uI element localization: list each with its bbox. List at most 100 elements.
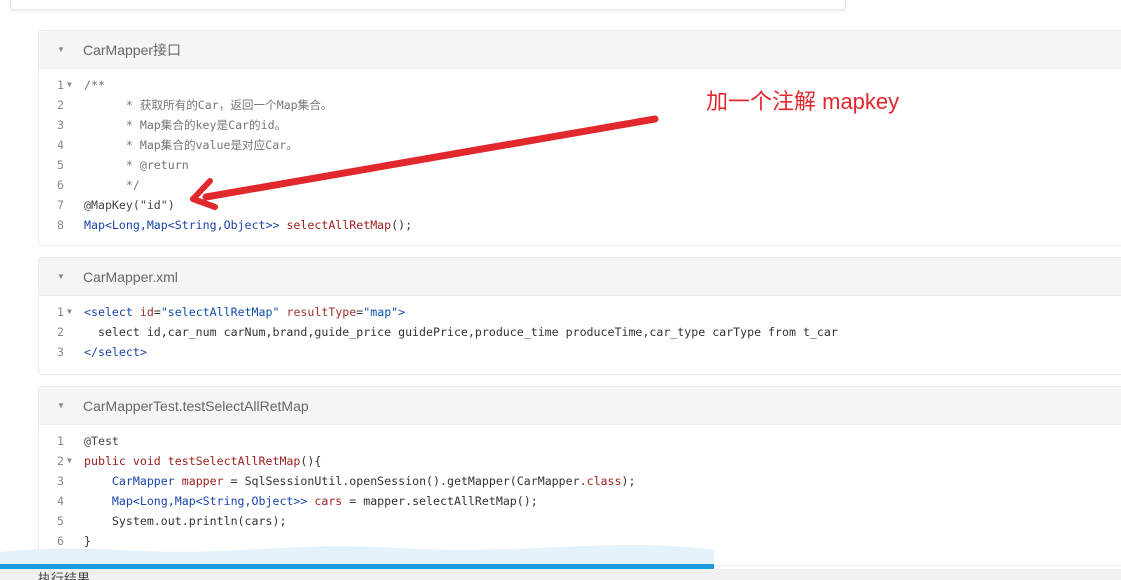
code-line[interactable]: 7 @MapKey("id") xyxy=(39,195,1121,215)
annotation-note: 加一个注解 mapkey xyxy=(706,89,900,114)
code-block-carmapper-interface: ▼ CarMapper接口 1 ▼/** 2 * 获取所有的Car，返回一个Map集… xyxy=(38,30,1121,246)
code-token: "map" xyxy=(363,305,399,319)
code-line[interactable]: 1 ▼ <select id="selectAllRetMap" resultTyp… xyxy=(39,302,1121,322)
code-line[interactable]: 4 Map<Long,Map<String,Object>> cars = ma… xyxy=(39,491,1121,511)
code-block-title: CarMapper.xml xyxy=(83,268,178,285)
code-token: ); xyxy=(621,474,636,488)
fold-gutter xyxy=(64,95,84,115)
line-number: 1 xyxy=(57,305,64,319)
code-token: Map<Long,Map<String,Object>> xyxy=(84,494,308,508)
code-token: } xyxy=(84,534,91,548)
fold-arrow-icon[interactable]: ▼ xyxy=(64,451,84,471)
code-block-header[interactable]: ▼ CarMapperTest.testSelectAllRetMap xyxy=(39,387,1121,425)
code-text: } xyxy=(84,531,91,551)
code-text: * 获取所有的Car，返回一个Map集合。 xyxy=(84,95,333,115)
code-line[interactable]: 2 select id,car_num carNum,brand,guide_p… xyxy=(39,322,1121,342)
code-body[interactable]: 1 ▼/** 2 * 获取所有的Car，返回一个Map集合。 3 * Map集合的ke… xyxy=(39,69,1121,235)
fold-gutter xyxy=(64,155,84,175)
line-number: 3 xyxy=(57,474,64,488)
code-line[interactable]: 2 * 获取所有的Car，返回一个Map集合。 xyxy=(39,95,1121,115)
code-line[interactable]: 5 System.out.println(cars); xyxy=(39,511,1121,531)
fold-gutter xyxy=(64,195,84,215)
code-token: = xyxy=(153,305,161,319)
code-line[interactable]: 2 ▼ public void testSelectAllRetMap(){ xyxy=(39,451,1121,471)
code-text: select id,car_num carNum,brand,guide_pri… xyxy=(84,322,838,342)
code-line[interactable]: 5 * @return xyxy=(39,155,1121,175)
code-token: * Map集合的key是Car的id。 xyxy=(84,118,287,132)
fold-gutter xyxy=(64,511,84,531)
fold-arrow-icon[interactable]: ▼ xyxy=(64,302,84,322)
fold-gutter xyxy=(64,322,84,342)
code-text: Map<Long,Map<String,Object>> cars = mapp… xyxy=(84,491,538,511)
code-line[interactable]: 8 Map<Long,Map<String,Object>> selectAllR… xyxy=(39,215,1121,235)
line-number: 4 xyxy=(57,138,64,152)
code-text: @Test xyxy=(84,431,119,451)
fold-gutter xyxy=(64,342,84,362)
code-token: public void xyxy=(84,454,161,468)
line-number: 1 xyxy=(57,434,64,448)
code-line[interactable]: 1 @Test xyxy=(39,431,1121,451)
code-token: */ xyxy=(84,178,140,192)
code-token: "selectAllRetMap" xyxy=(160,305,280,319)
fold-gutter xyxy=(64,431,84,451)
code-token: mapper xyxy=(181,474,224,488)
line-number: 5 xyxy=(57,158,64,172)
fold-gutter xyxy=(64,215,84,235)
code-block-carmapper-xml: ▼ CarMapper.xml 1 ▼ <select id="selectAllR… xyxy=(38,257,1121,375)
code-token: > xyxy=(398,305,406,319)
code-token: CarMapper xyxy=(84,474,175,488)
code-token: selectAllRetMap xyxy=(286,218,392,232)
code-token: @MapKey("id") xyxy=(84,198,175,212)
line-number: 3 xyxy=(57,118,64,132)
code-text: Map<Long,Map<String,Object>> selectAllRe… xyxy=(84,215,412,235)
code-token: <select xyxy=(84,305,133,319)
code-token: * Map集合的value是对应Car。 xyxy=(84,138,298,152)
line-number: 2 xyxy=(57,325,64,339)
code-token: = SqlSessionUtil.openSession().getMapper… xyxy=(223,474,587,488)
collapse-arrow-icon[interactable]: ▼ xyxy=(39,45,83,54)
code-token: * @return xyxy=(84,158,189,172)
code-line[interactable]: 3 </select> xyxy=(39,342,1121,362)
code-token: = mapper.selectAllRetMap(); xyxy=(342,494,538,508)
line-number: 1 xyxy=(57,78,64,92)
collapse-arrow-icon[interactable]: ▼ xyxy=(39,401,83,410)
code-line[interactable]: 1 ▼/** xyxy=(39,75,1121,95)
line-number: 2 xyxy=(57,98,64,112)
code-token: Map<Long,Map<String,Object>> xyxy=(84,218,280,232)
code-line[interactable]: 6} xyxy=(39,531,1121,551)
fold-gutter xyxy=(64,491,84,511)
code-block-header[interactable]: ▼ CarMapper接口 xyxy=(39,31,1121,69)
code-token: * 获取所有的Car，返回一个Map集合。 xyxy=(84,98,333,112)
code-token: @Test xyxy=(84,434,119,448)
code-text: @MapKey("id") xyxy=(84,195,175,215)
code-token: id xyxy=(132,305,154,319)
code-body[interactable]: 1 ▼ <select id="selectAllRetMap" resultTyp… xyxy=(39,296,1121,362)
code-text: </select> xyxy=(84,342,147,362)
code-text: * Map集合的value是对应Car。 xyxy=(84,135,298,155)
line-number: 8 xyxy=(57,218,64,232)
line-number: 6 xyxy=(57,178,64,192)
code-token: class xyxy=(586,474,622,488)
line-number: 5 xyxy=(57,514,64,528)
code-block-title: CarMapper接口 xyxy=(83,41,182,58)
code-line[interactable]: 6 */ xyxy=(39,175,1121,195)
code-block-header[interactable]: ▼ CarMapper.xml xyxy=(39,258,1121,296)
fold-arrow-icon[interactable]: ▼ xyxy=(64,75,84,95)
code-token: testSelectAllRetMap xyxy=(167,454,301,468)
code-line[interactable]: 3 * Map集合的key是Car的id。 xyxy=(39,115,1121,135)
code-block-carmappertest: ▼ CarMapperTest.testSelectAllRetMap 1 @Te… xyxy=(38,386,1121,566)
code-token: (); xyxy=(391,218,413,232)
code-text: */ xyxy=(84,175,140,195)
collapse-arrow-icon[interactable]: ▼ xyxy=(39,272,83,281)
code-token: cars xyxy=(314,494,343,508)
code-body[interactable]: 1 @Test 2 ▼ public void testSelectAllRetMap(… xyxy=(39,425,1121,551)
code-token: select id,car_num carNum,brand,guide_pri… xyxy=(84,325,838,339)
code-line[interactable]: 3 CarMapper mapper = SqlSessionUtil.open… xyxy=(39,471,1121,491)
result-section-title: 执行结果 xyxy=(38,571,91,580)
code-text: /** xyxy=(84,75,105,95)
code-line[interactable]: 4 * Map集合的value是对应Car。 xyxy=(39,135,1121,155)
fold-gutter xyxy=(64,471,84,491)
line-number: 7 xyxy=(57,198,64,212)
